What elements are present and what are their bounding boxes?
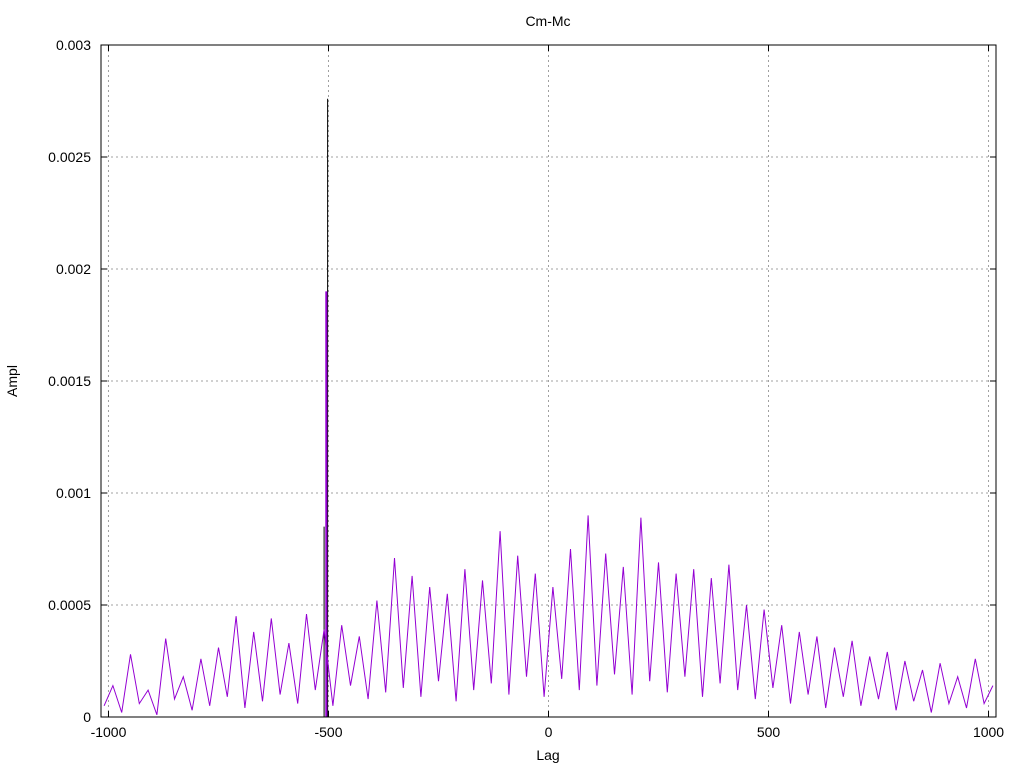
x-tick-label: 0 <box>545 724 553 740</box>
y-tick-label: 0.0005 <box>48 597 91 613</box>
y-tick-label: 0.002 <box>56 261 91 277</box>
grid <box>101 45 996 717</box>
y-tick-label: 0 <box>83 709 91 725</box>
y-tick-label: 0.0025 <box>48 149 91 165</box>
x-axis-label: Lag <box>536 747 559 763</box>
x-tick-label: 500 <box>757 724 781 740</box>
y-axis-label: Ampl <box>4 365 20 397</box>
chart: Cm-Mc Lag Ampl -1000 -500 0 500 1000 0 0.0005 0… <box>4 13 1004 763</box>
x-tick-label: 1000 <box>973 724 1004 740</box>
y-tick-label: 0.003 <box>56 37 91 53</box>
x-tick-label: -500 <box>314 724 342 740</box>
y-tick-label: 0.0015 <box>48 373 91 389</box>
ticks: -1000 -500 0 500 1000 0 0.0005 0.001 0.0015 0.002… <box>48 37 1004 740</box>
x-tick-label: -1000 <box>91 724 127 740</box>
chart-title: Cm-Mc <box>525 13 570 29</box>
y-tick-label: 0.001 <box>56 485 91 501</box>
